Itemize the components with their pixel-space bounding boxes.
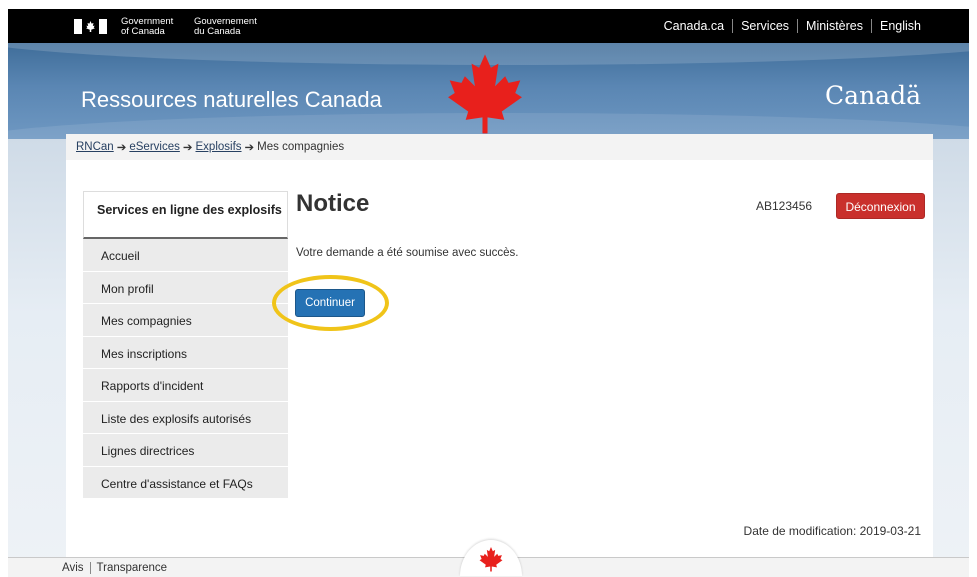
sidebar-item-liste-explosifs[interactable]: Liste des explosifs autorisés <box>83 401 288 434</box>
maple-leaf-icon <box>479 547 503 572</box>
link-canada-ca[interactable]: Canada.ca <box>664 19 724 33</box>
breadcrumb-link-rncan[interactable]: RNCan <box>76 141 114 153</box>
site-title[interactable]: Ressources naturelles Canada <box>81 87 382 113</box>
breadcrumb: RNCan ➔ eServices ➔ Explosifs ➔ Mes comp… <box>66 134 933 160</box>
divider <box>89 561 91 574</box>
link-ministeres[interactable]: Ministères <box>806 19 863 33</box>
sidebar-item-lignes-directrices[interactable]: Lignes directrices <box>83 434 288 467</box>
sidebar-item-centre-assistance[interactable]: Centre d'assistance et FAQs <box>83 466 288 499</box>
account-id: AB123456 <box>756 199 813 213</box>
breadcrumb-link-explosifs[interactable]: Explosifs <box>196 141 242 153</box>
sidebar-item-mes-compagnies[interactable]: Mes compagnies <box>83 304 288 337</box>
sidebar-item-mes-inscriptions[interactable]: Mes inscriptions <box>83 336 288 369</box>
link-language-english[interactable]: English <box>880 19 921 33</box>
footer-link-avis[interactable]: Avis <box>62 562 84 574</box>
gouvernement-du-canada-signature[interactable]: Gouvernement du Canada <box>194 17 257 37</box>
government-top-bar: Government of Canada Gouvernement du Can… <box>8 9 969 43</box>
breadcrumb-current: Mes compagnies <box>257 141 345 153</box>
page-title: Notice <box>296 190 370 217</box>
success-message: Votre demande a été soumise avec succès. <box>296 247 519 259</box>
main-container: RNCan ➔ eServices ➔ Explosifs ➔ Mes comp… <box>66 134 933 561</box>
gov-fr-line2: du Canada <box>194 26 241 37</box>
logout-button[interactable]: Déconnexion <box>836 193 925 219</box>
breadcrumb-arrow-icon: ➔ <box>182 142 193 154</box>
government-of-canada-signature[interactable]: Government of Canada <box>121 17 173 37</box>
canada-wordmark: Canadä <box>825 81 921 110</box>
divider <box>732 19 734 33</box>
browser-viewport: Government of Canada Gouvernement du Can… <box>8 9 969 577</box>
breadcrumb-arrow-icon: ➔ <box>116 142 127 154</box>
sidebar-item-accueil[interactable]: Accueil <box>83 239 288 272</box>
gov-en-line2: of Canada <box>121 26 165 37</box>
maple-leaf-icon <box>448 54 522 134</box>
breadcrumb-arrow-icon: ➔ <box>244 142 255 154</box>
breadcrumb-link-eservices[interactable]: eServices <box>129 141 180 153</box>
footer-link-transparence[interactable]: Transparence <box>97 562 168 574</box>
canada-flag-icon <box>74 19 107 34</box>
divider <box>871 19 872 33</box>
divider <box>797 19 799 33</box>
link-services[interactable]: Services <box>741 19 789 33</box>
top-links: Canada.ca Services Ministères English <box>664 19 921 33</box>
sidebar-item-rapports-incident[interactable]: Rapports d'incident <box>83 369 288 402</box>
sidebar-heading[interactable]: Services en ligne des explosifs <box>83 191 288 239</box>
sidebar-nav: Services en ligne des explosifs Accueil … <box>83 191 288 499</box>
date-modified: Date de modification: 2019-03-21 <box>743 524 921 538</box>
sidebar-item-mon-profil[interactable]: Mon profil <box>83 271 288 304</box>
site-banner: Ressources naturelles Canada Canadä <box>8 43 969 139</box>
continue-button[interactable]: Continuer <box>295 289 365 317</box>
